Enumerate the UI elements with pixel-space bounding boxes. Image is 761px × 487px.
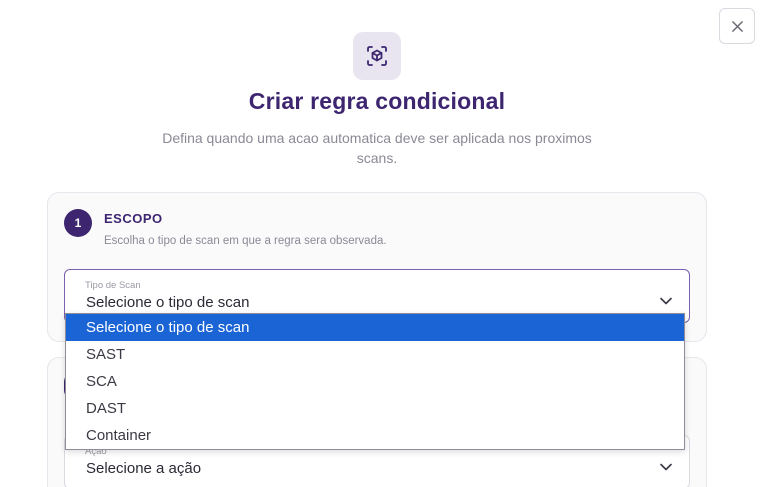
dropdown-option-dast[interactable]: DAST (66, 395, 684, 422)
cube-scan-icon (367, 46, 387, 66)
step-number-badge: 1 (64, 209, 92, 237)
scan-type-label: Tipo de Scan (85, 280, 141, 291)
close-icon (731, 20, 743, 32)
dialog-subtitle: Defina quando uma acao automatica deve s… (162, 130, 592, 166)
step-title: ESCOPO (104, 211, 163, 226)
step-description: Escolha o tipo de scan em que a regra se… (104, 235, 387, 247)
dialog-title: Criar regra condicional (248, 88, 506, 114)
dropdown-option-placeholder[interactable]: Selecione o tipo de scan (66, 314, 684, 341)
chevron-down-icon (660, 297, 672, 305)
dropdown-option-container[interactable]: Container (66, 422, 684, 449)
hero-icon-container (353, 32, 401, 80)
chevron-down-icon (660, 463, 672, 471)
close-button[interactable] (719, 8, 755, 44)
dropdown-option-sca[interactable]: SCA (66, 368, 684, 395)
scan-type-dropdown-list: Selecione o tipo de scan SAST SCA DAST C… (65, 313, 685, 450)
dropdown-option-sast[interactable]: SAST (66, 341, 684, 368)
scan-type-value: Selecione o tipo de scan (86, 294, 250, 311)
action-value: Selecione a ação (86, 460, 202, 477)
